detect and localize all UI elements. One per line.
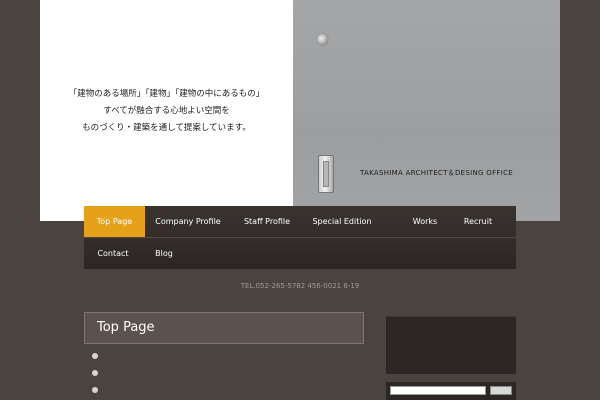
nav-item-staff-profile[interactable]: Staff Profile xyxy=(232,206,302,237)
nav-item-recruit[interactable]: Recruit xyxy=(456,206,500,237)
main-nav: Top Page Company Profile Staff Profile S… xyxy=(84,206,516,269)
door-handle-icon xyxy=(318,155,334,193)
door-knob-icon xyxy=(317,34,328,45)
tagline-line-1: 「建物のある場所」「建物」「建物の中にあるもの」 xyxy=(68,89,265,99)
hero-tagline: 「建物のある場所」「建物」「建物の中にあるもの」 すべてが融合する心地よい空間を… xyxy=(40,86,293,137)
office-name: TAKASHIMA ARCHITECT＆DESING OFFICE xyxy=(360,169,514,177)
nav-item-blog[interactable]: Blog xyxy=(144,238,184,269)
bullet-icon xyxy=(92,387,98,393)
nav-item-company-profile[interactable]: Company Profile xyxy=(150,206,226,237)
sidebar-widget xyxy=(386,316,516,374)
nav-item-contact[interactable]: Contact xyxy=(84,238,142,269)
page-title-box: Top Page xyxy=(84,312,364,344)
bullet-icon xyxy=(92,353,98,359)
hero-door-image: TAKASHIMA ARCHITECT＆DESING OFFICE xyxy=(293,0,560,221)
contact-tel: TEL.052-265-5782 456-0021 6-19 xyxy=(240,282,360,290)
sidebar-search xyxy=(386,382,516,400)
nav-item-top-page[interactable]: Top Page xyxy=(84,206,145,237)
search-button[interactable] xyxy=(490,386,512,395)
search-input[interactable] xyxy=(390,386,486,395)
page-title: Top Page xyxy=(97,320,155,335)
tagline-line-3: ものづくり・建築を通して提案しています。 xyxy=(82,123,251,133)
tagline-line-2: すべてが融合する心地よい空間を xyxy=(103,106,230,116)
hero-text-panel: 「建物のある場所」「建物」「建物の中にあるもの」 すべてが融合する心地よい空間を… xyxy=(40,0,293,221)
nav-item-special-edition[interactable]: Special Edition xyxy=(308,206,376,237)
nav-item-works[interactable]: Works xyxy=(404,206,446,237)
bullet-icon xyxy=(92,370,98,376)
